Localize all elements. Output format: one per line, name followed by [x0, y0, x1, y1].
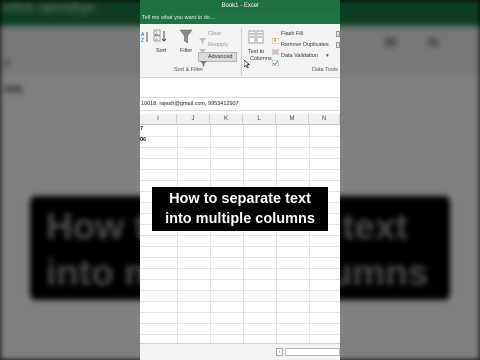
column-header-n[interactable]: N — [309, 114, 340, 125]
column-header-m[interactable]: M — [276, 114, 309, 125]
bg-formula-text: 10016, rajesh@gm — [2, 2, 96, 14]
svg-text:A: A — [155, 37, 158, 42]
consolidate-icon[interactable] — [336, 31, 340, 37]
filter-funnel-icon[interactable] — [179, 29, 193, 45]
grid-line — [140, 279, 340, 280]
column-headers: I J K L M N — [140, 114, 340, 125]
column-header-j[interactable]: J — [177, 114, 210, 125]
ribbon-spacer — [140, 78, 340, 96]
grid-line — [140, 169, 340, 170]
tell-me-search[interactable]: Tell me what you want to do... — [140, 12, 340, 24]
grid-line — [140, 246, 340, 247]
text-to-columns-label-2[interactable]: Columns — [250, 56, 272, 62]
video-frame: 10016, rajesh@gm 7 006 M N How to separa… — [0, 0, 480, 360]
horizontal-scrollbar[interactable] — [285, 348, 340, 356]
clear-button[interactable]: Clear — [208, 31, 221, 37]
grid-line — [140, 180, 340, 181]
remove-duplicates-icon[interactable] — [271, 42, 280, 56]
mouse-cursor-icon — [243, 55, 251, 69]
grid-line — [140, 312, 340, 313]
text-to-columns-icon[interactable] — [248, 30, 264, 44]
svg-text:Z: Z — [141, 38, 144, 43]
cell-fragment-2: 06 — [140, 137, 147, 143]
grid-line — [140, 301, 340, 302]
sort-dialog-icon[interactable]: ZA — [153, 29, 169, 43]
bg-row-fragment-1: 7 — [4, 58, 11, 70]
bg-col-m: M — [385, 34, 397, 50]
cell-grid[interactable]: 7 06 — [140, 125, 340, 343]
relationships-icon[interactable] — [336, 42, 340, 48]
filter-button[interactable]: Filter — [180, 48, 192, 54]
grid-line — [140, 323, 340, 324]
remove-duplicates-button[interactable]: Remove Duplicates — [281, 42, 329, 48]
data-validation-icon[interactable] — [271, 53, 280, 67]
reapply-button[interactable]: Reapply — [208, 42, 228, 48]
advanced-funnel-icon — [200, 54, 207, 67]
grid-line — [140, 147, 340, 148]
grid-line — [140, 290, 340, 291]
column-header-i[interactable]: I — [140, 114, 177, 125]
grid-line — [140, 268, 340, 269]
grid-line — [140, 257, 340, 258]
svg-text:Z: Z — [155, 31, 158, 36]
reapply-icon[interactable] — [199, 42, 206, 55]
grid-line — [140, 334, 340, 335]
sort-button[interactable]: Sort — [156, 48, 166, 54]
formula-bar[interactable]: 10018, rajesh@gmail.com, 9953412907 — [140, 97, 340, 111]
group-divider — [241, 28, 242, 76]
ribbon: AZ ZA Sort Filter Clear Reapply Advanced… — [140, 24, 340, 78]
sheet-tab-bar: ‹ — [140, 343, 340, 360]
data-validation-dropdown-icon[interactable]: ▾ — [326, 53, 329, 59]
scroll-left-button[interactable]: ‹ — [276, 348, 283, 356]
video-caption: How to separate text into multiple colum… — [152, 187, 328, 231]
data-validation-button[interactable]: Data Validation — [281, 53, 318, 59]
bg-col-n: N — [428, 34, 439, 50]
grid-line — [140, 158, 340, 159]
column-header-k[interactable]: K — [210, 114, 243, 125]
grid-line — [140, 136, 340, 137]
data-tools-group-label: Data Tools — [312, 67, 338, 73]
advanced-button[interactable]: Advanced — [208, 54, 232, 60]
bg-row-fragment-2: 006 — [4, 84, 23, 96]
excel-window: Book1 - Excel Tell me what you want to d… — [140, 0, 340, 360]
caption-line-1: How to separate text — [169, 191, 311, 207]
window-title: Book1 - Excel — [140, 0, 340, 12]
flash-fill-button[interactable]: Flash Fill — [281, 31, 303, 37]
grid-line — [140, 235, 340, 236]
column-header-l[interactable]: L — [243, 114, 276, 125]
flash-fill-icon[interactable] — [271, 31, 280, 45]
sort-filter-group-label: Sort & Filter — [174, 67, 204, 73]
caption-line-2: into multiple columns — [165, 211, 315, 227]
text-to-columns-label-1[interactable]: Text to — [248, 49, 264, 55]
sort-az-icon[interactable]: AZ — [141, 30, 149, 44]
clear-filter-icon[interactable] — [199, 31, 206, 44]
cell-fragment-1: 7 — [140, 126, 144, 132]
